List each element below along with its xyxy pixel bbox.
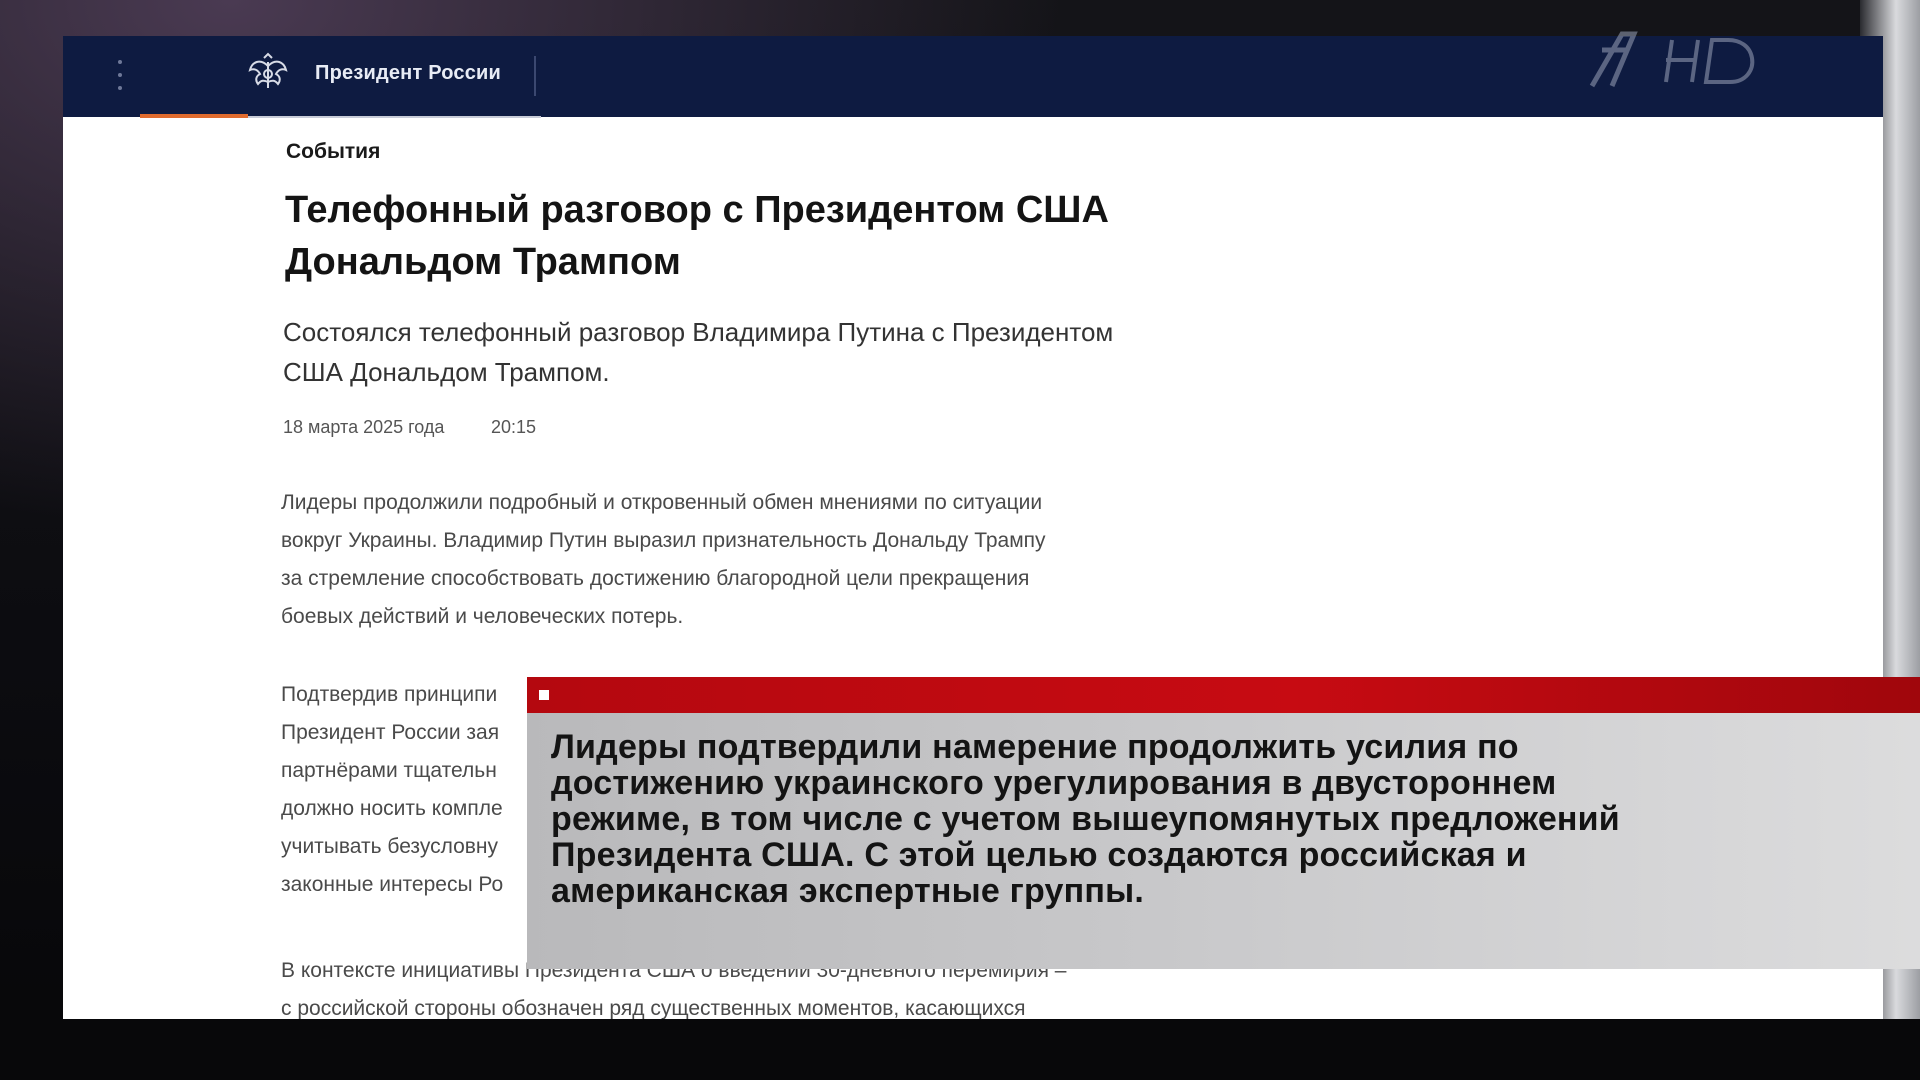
ticker-line: режиме, в том числе с учетом вышеупомяну… xyxy=(551,800,1620,838)
paragraph-line: с российской стороны обозначен ряд сущес… xyxy=(281,997,1026,1019)
paragraph-line: законные интересы Ро xyxy=(281,873,504,896)
ticker-line: американская экспертные группы. xyxy=(551,872,1144,910)
headline-line: Телефонный разговор с Президентом США xyxy=(285,189,1109,231)
monitor-bottom-bezel xyxy=(0,1019,1920,1080)
header-divider xyxy=(534,56,536,96)
headline-line: Дональдом Трампом xyxy=(285,241,681,283)
channel-one-hd-logo-icon xyxy=(1589,31,1755,88)
ticker-line: Президента США. С этой целью создаются р… xyxy=(551,836,1527,874)
ticker-red-bar xyxy=(527,677,1920,713)
paragraph-line: Президент России зая xyxy=(281,721,500,744)
article-paragraph-2: Подтвердив принципи Президент России зая… xyxy=(281,676,541,904)
paragraph-line: Подтвердив принципи xyxy=(281,683,498,706)
ticker-body: Лидеры подтвердили намерение продолжить … xyxy=(527,713,1920,969)
paragraph-line: за стремление способствовать достижению … xyxy=(281,567,1030,590)
paragraph-line: боевых действий и человеческих потерь. xyxy=(281,605,684,628)
article-category[interactable]: События xyxy=(286,140,380,164)
ticker-text: Лидеры подтвердили намерение продолжить … xyxy=(551,729,1891,909)
article-date: 18 марта 2025 года xyxy=(283,417,445,437)
paragraph-line: вокруг Украины. Владимир Путин выразил п… xyxy=(281,529,1046,552)
ticker-line: Лидеры подтвердили намерение продолжить … xyxy=(551,728,1519,766)
news-ticker: Лидеры подтвердили намерение продолжить … xyxy=(527,677,1920,969)
paragraph-line: Лидеры продолжили подробный и откровенны… xyxy=(281,491,1043,514)
article-headline: Телефонный разговор с Президентом США До… xyxy=(285,184,1185,288)
double-headed-eagle-icon[interactable] xyxy=(246,52,290,96)
article-lead: Состоялся телефонный разговор Владимира … xyxy=(283,312,1213,392)
lead-line: США Дональдом Трампом. xyxy=(283,357,610,387)
paragraph-line: партнёрами тщательн xyxy=(281,759,497,782)
ticker-square-icon xyxy=(539,690,549,700)
menu-dots-icon[interactable] xyxy=(117,60,123,90)
active-tab-indicator xyxy=(140,114,248,118)
ticker-line: достижению украинского урегулирования в … xyxy=(551,764,1557,802)
tab-underline xyxy=(248,116,541,118)
article-time: 20:15 xyxy=(491,417,537,437)
article-paragraph-1: Лидеры продолжили подробный и откровенны… xyxy=(281,484,1221,636)
lead-line: Состоялся телефонный разговор Владимира … xyxy=(283,317,1114,347)
paragraph-line: должно носить компле xyxy=(281,797,503,820)
site-title[interactable]: Президент России xyxy=(315,62,501,85)
paragraph-line: учитывать безусловну xyxy=(281,835,499,858)
